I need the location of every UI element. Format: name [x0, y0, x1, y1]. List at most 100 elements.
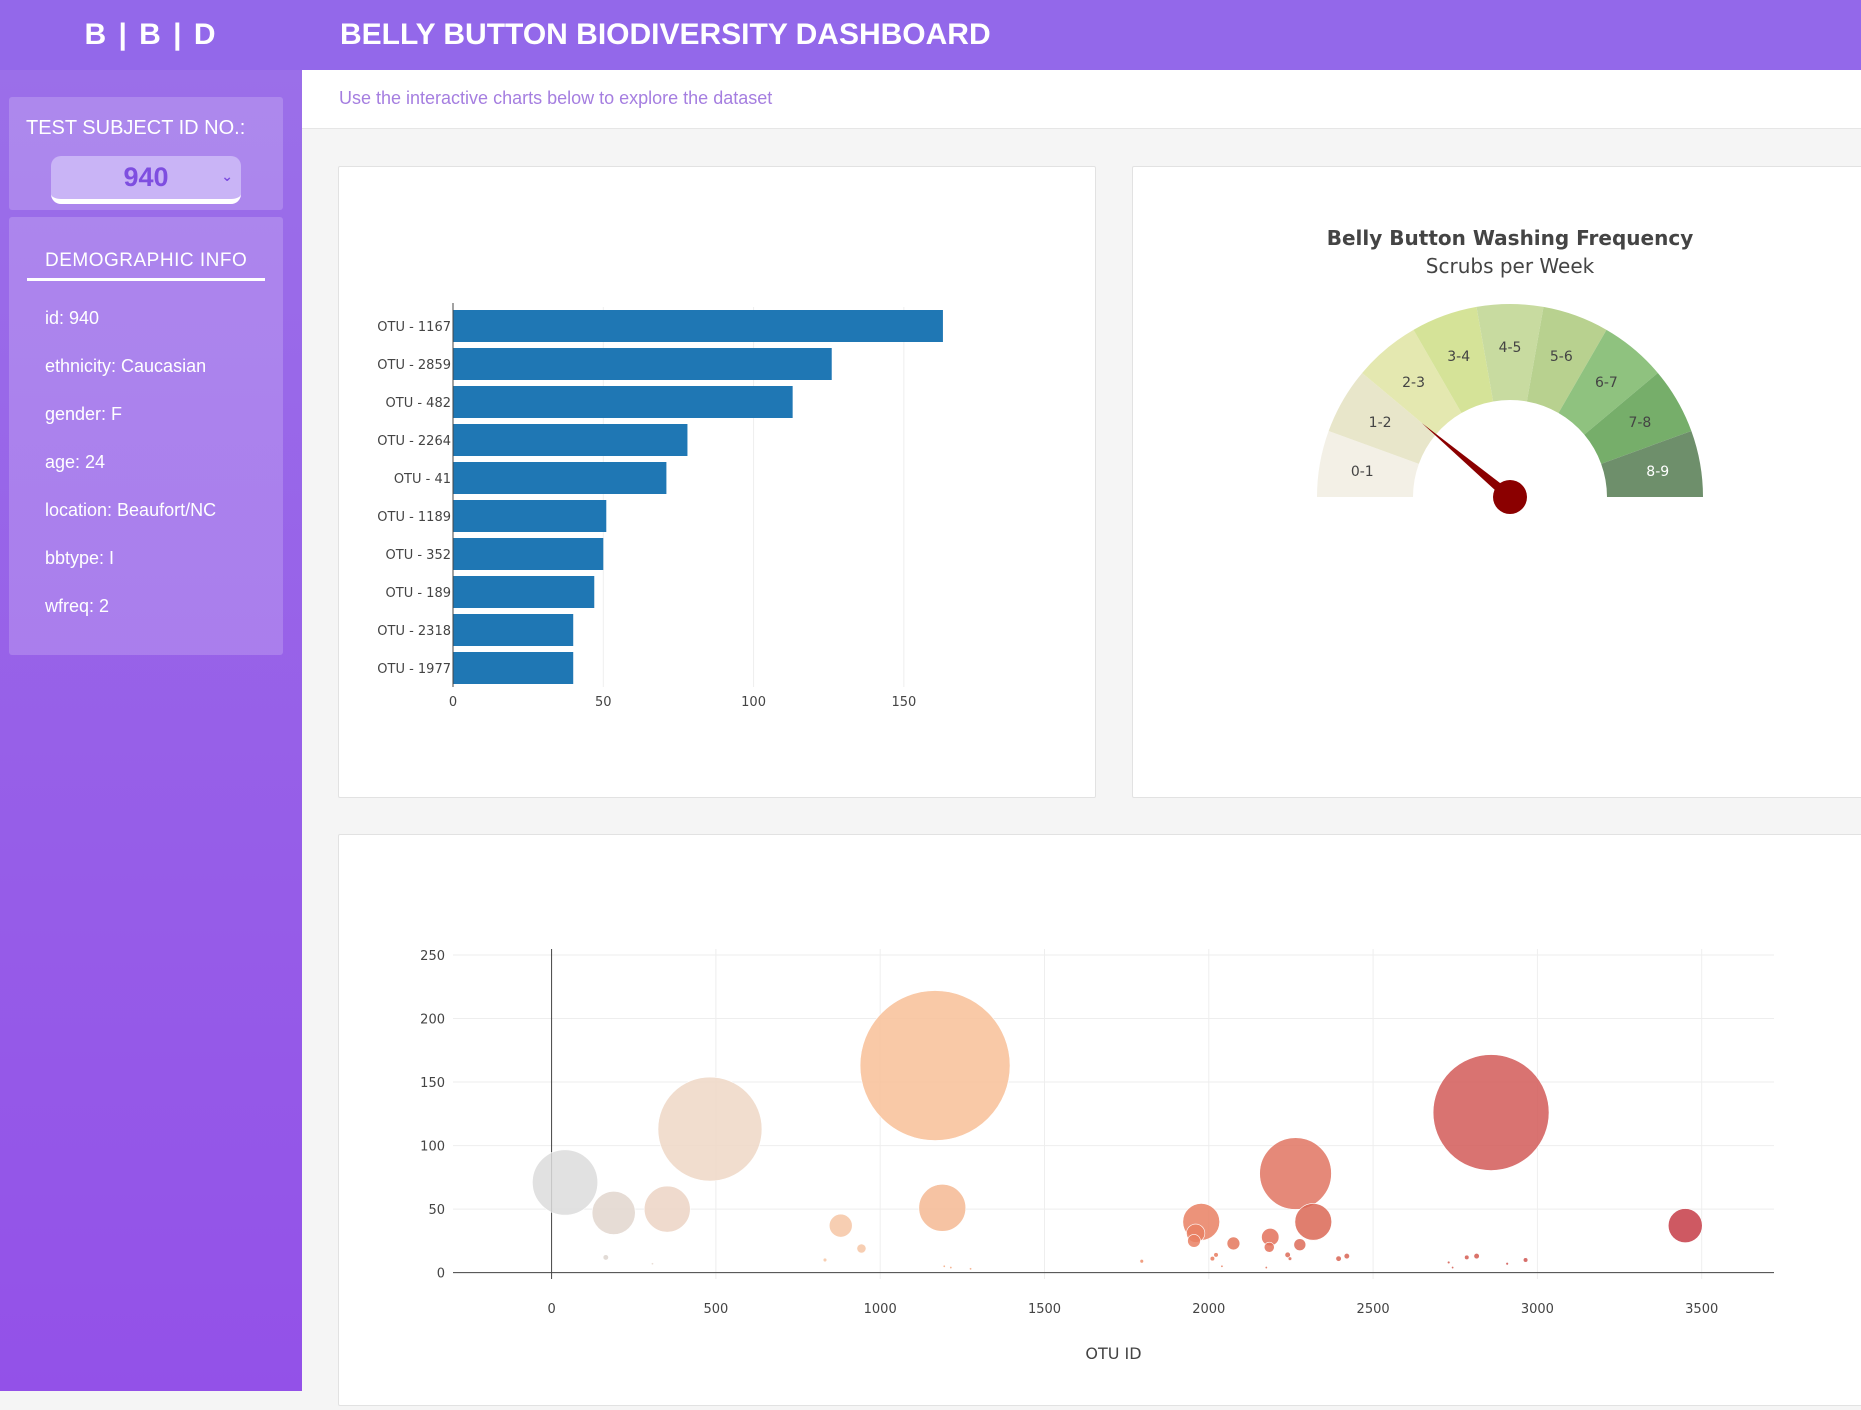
brand-logo[interactable]: B | B | D: [0, 18, 302, 52]
y-tick-label: OTU - 41: [394, 472, 451, 487]
demographic-item: age: 24: [45, 452, 106, 472]
demographic-item: wfreq: 2: [45, 596, 110, 616]
bubble-point: [602, 1254, 609, 1261]
x-tick-label: 2000: [1192, 1302, 1225, 1317]
x-tick-label: 0: [449, 695, 457, 710]
bubble-point: [532, 1149, 599, 1216]
chevron-down-icon: ⌄: [221, 168, 233, 184]
bubble-point: [1287, 1256, 1293, 1261]
y-tick-label: OTU - 1167: [377, 320, 451, 335]
bubble-point: [1446, 1260, 1451, 1265]
gauge-chart[interactable]: Belly Button Washing Frequency Scrubs pe…: [1133, 167, 1861, 797]
gauge-subtitle: Scrubs per Week: [1426, 254, 1595, 278]
bubble-point: [1294, 1203, 1332, 1241]
page-title: BELLY BUTTON BIODIVERSITY DASHBOARD: [340, 18, 991, 51]
bubble-point: [591, 1191, 636, 1235]
gauge-chart-card: Belly Button Washing Frequency Scrubs pe…: [1132, 166, 1861, 798]
gauge-needle-hub: [1493, 480, 1527, 514]
bar: [453, 462, 667, 494]
x-tick-label: 1000: [864, 1302, 897, 1317]
gauge-segment-label: 0-1: [1351, 464, 1374, 480]
bubble-point: [1293, 1238, 1307, 1251]
demographic-item: id: 940: [45, 308, 100, 328]
x-tick-label: 150: [891, 695, 916, 710]
y-tick-label: OTU - 352: [386, 548, 451, 563]
subject-id-select[interactable]: 940 ⌄: [51, 156, 241, 204]
bubble-point: [1667, 1208, 1703, 1243]
bar: [453, 652, 574, 684]
x-tick-label: 500: [703, 1302, 728, 1317]
bubble-point: [1432, 1054, 1550, 1171]
bubble-point: [1464, 1254, 1470, 1261]
bar-chart[interactable]: 0 50 100 150 OTU - 1167 OTU - 2859 OTU - 482 OT…: [339, 167, 1095, 797]
bubble-point: [942, 1264, 946, 1268]
bar: [453, 348, 832, 380]
bar: [453, 576, 595, 608]
x-tick-label: 3500: [1685, 1302, 1718, 1317]
bubble-point: [1343, 1253, 1350, 1260]
x-tick-label: 50: [595, 695, 612, 710]
y-tick-label: 200: [420, 1013, 445, 1028]
bubble-point: [1335, 1255, 1342, 1262]
bar: [453, 614, 574, 646]
bubble-point: [1139, 1259, 1144, 1264]
bubble-point: [1226, 1236, 1241, 1251]
x-tick-label: 0: [547, 1302, 555, 1317]
bar: [453, 386, 793, 418]
y-tick-label: 250: [420, 949, 445, 964]
gauge-segment-label: 5-6: [1550, 349, 1573, 365]
demographic-list: id: 940 ethnicity: Caucasian gender: F a…: [9, 294, 283, 630]
y-tick-label: OTU - 1977: [377, 662, 451, 677]
gauge-segment-label: 8-9: [1646, 464, 1669, 480]
top-navbar: B | B | D BELLY BUTTON BIODIVERSITY DASH…: [0, 0, 1861, 70]
bubble-point: [859, 990, 1011, 1141]
y-tick-label: 50: [428, 1203, 445, 1218]
gauge-segment-label: 3-4: [1447, 349, 1470, 365]
gauge-title: Belly Button Washing Frequency: [1327, 226, 1693, 250]
bubble-point: [1473, 1253, 1480, 1260]
bar: [453, 500, 607, 532]
y-tick-label: 100: [420, 1140, 445, 1155]
bubble-chart[interactable]: 0501001502002500 500 1000 1500 2000 2500 3000 3…: [339, 835, 1861, 1405]
intro-text: Use the interactive charts below to expl…: [339, 88, 773, 108]
bubble-point: [650, 1262, 654, 1266]
bubble-point: [1451, 1266, 1455, 1270]
subject-panel: TEST SUBJECT ID NO.: 940 ⌄: [9, 97, 283, 210]
y-tick-label: OTU - 2318: [377, 624, 451, 639]
bubble-point: [643, 1185, 691, 1233]
bubble-point: [1259, 1137, 1332, 1210]
x-tick-label: 2500: [1357, 1302, 1390, 1317]
demographic-item: location: Beaufort/NC: [45, 500, 217, 520]
x-axis-label: OTU ID: [1085, 1344, 1141, 1363]
bubble-point: [1505, 1262, 1509, 1266]
x-tick-label: 100: [741, 695, 766, 710]
demographic-item: ethnicity: Caucasian: [45, 356, 207, 376]
gauge-segment-label: 2-3: [1402, 375, 1425, 391]
x-tick-label: 3000: [1521, 1302, 1554, 1317]
demographic-item: gender: F: [45, 404, 123, 424]
bubble-point: [949, 1266, 953, 1270]
bubble-point: [969, 1267, 973, 1271]
demographic-title: DEMOGRAPHIC INFO: [45, 250, 248, 271]
subject-label: TEST SUBJECT ID NO.:: [26, 117, 246, 139]
y-tick-label: OTU - 2264: [377, 434, 451, 449]
bubble-point: [918, 1184, 967, 1232]
y-tick-label: OTU - 2859: [377, 358, 451, 373]
sidebar: TEST SUBJECT ID NO.: 940 ⌄ DEMOGRAPHIC I…: [0, 70, 302, 1391]
bubble-point: [1209, 1256, 1216, 1262]
y-tick-label: 150: [420, 1076, 445, 1091]
bubble-chart-card: 0 50 100 150 200 250 0 500 1000 1500 2000 2500 3000 3…: [338, 834, 1861, 1406]
demographic-item: bbtype: I: [45, 548, 115, 568]
bar: [453, 424, 688, 456]
gauge-segment-label: 4-5: [1499, 340, 1522, 356]
bubble-point: [657, 1076, 763, 1182]
y-tick-label: OTU - 1189: [377, 510, 451, 525]
bubble-point: [822, 1257, 828, 1263]
bar: [453, 538, 604, 570]
demographic-panel: DEMOGRAPHIC INFO id: 940 ethnicity: Cauc…: [9, 217, 283, 655]
bubble-point: [1264, 1266, 1268, 1270]
bar: [453, 310, 943, 342]
bar-chart-card: 0 50 100 150 OTU - 1167 OTU - 2859 OTU - 482 OT…: [338, 166, 1096, 798]
selected-subject-id: 940: [123, 162, 169, 192]
y-tick-label: OTU - 189: [386, 586, 451, 601]
